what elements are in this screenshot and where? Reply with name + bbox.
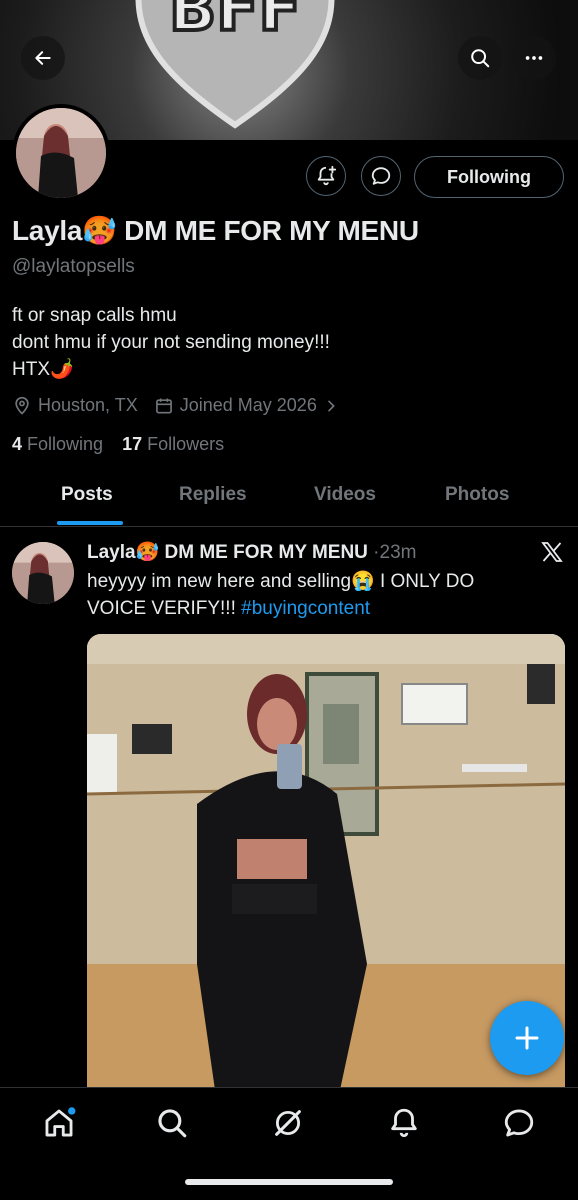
post-timestamp[interactable]: 23m [380,542,417,563]
avatar-photo [16,108,106,198]
x-logo-icon[interactable] [540,540,564,564]
search-button[interactable] [458,36,502,80]
arrow-left-icon [35,51,51,65]
home-icon[interactable] [42,1106,76,1140]
following-button[interactable]: Following [414,156,564,198]
location-text: Houston, TX [38,395,138,415]
bio-line: dont hmu if your not sending money!!! [12,332,330,353]
profile-bio: ft or snap calls hmu dont hmu if your no… [12,302,330,383]
joined-date[interactable]: Joined May 2026 [180,395,317,416]
compose-post-button[interactable] [490,1001,564,1075]
post-author-name[interactable]: Layla🥵 DM ME FOR MY MENU [87,542,368,563]
subscribe-notifications-button[interactable] [306,156,346,196]
profile-tabs: Posts Replies Videos Photos [0,470,578,527]
following-link[interactable]: 4 Following [12,434,103,454]
display-name: Layla🥵 DM ME FOR MY MENU [12,215,419,246]
profile-meta: Houston, TX Joined May 2026 [12,395,339,416]
profile-stats: 4 Following 17 Followers [12,434,224,455]
post-header: Layla🥵 DM ME FOR MY MENU ·23m [87,540,416,564]
post-text: heyyyy im new here and selling😭 I ONLY D… [87,568,527,622]
messages-icon[interactable] [502,1106,536,1140]
notifications-bell-icon[interactable] [387,1106,421,1140]
message-button[interactable] [361,156,401,196]
bio-line: ft or snap calls hmu [12,305,177,326]
followers-label: Followers [147,434,225,454]
banner-text: BFF [169,0,301,45]
search-icon [471,49,490,68]
more-horizontal-icon [525,56,543,60]
message-bubble-icon [371,167,391,185]
location-pin-icon [15,396,29,415]
heart-graphic: BFF [135,0,335,129]
following-count: 4 [12,434,23,454]
explore-search-icon[interactable] [155,1106,189,1140]
chevron-right-icon[interactable] [323,398,339,414]
home-indicator[interactable] [185,1179,393,1185]
grok-icon[interactable] [271,1106,305,1140]
hashtag-link[interactable]: #buyingcontent [241,598,370,619]
bio-line: HTX🌶️ [12,359,74,380]
calendar-icon [155,398,172,413]
followers-link[interactable]: 17 Followers [122,434,224,454]
following-label: Following [27,434,104,454]
tab-posts[interactable]: Posts [61,484,113,506]
tab-replies[interactable]: Replies [179,484,247,506]
tab-photos[interactable]: Photos [445,484,509,506]
active-tab-indicator [57,521,123,525]
notification-dot [68,1107,76,1115]
profile-avatar[interactable] [12,104,110,202]
bell-plus-icon [317,165,337,186]
back-button[interactable] [21,36,65,80]
more-button[interactable] [512,36,556,80]
plus-icon [515,1026,539,1050]
tab-videos[interactable]: Videos [314,484,376,506]
post-author-avatar[interactable] [12,542,74,604]
followers-count: 17 [122,434,143,454]
avatar-photo [12,542,74,604]
username-handle: @laylatopsells [12,256,135,277]
